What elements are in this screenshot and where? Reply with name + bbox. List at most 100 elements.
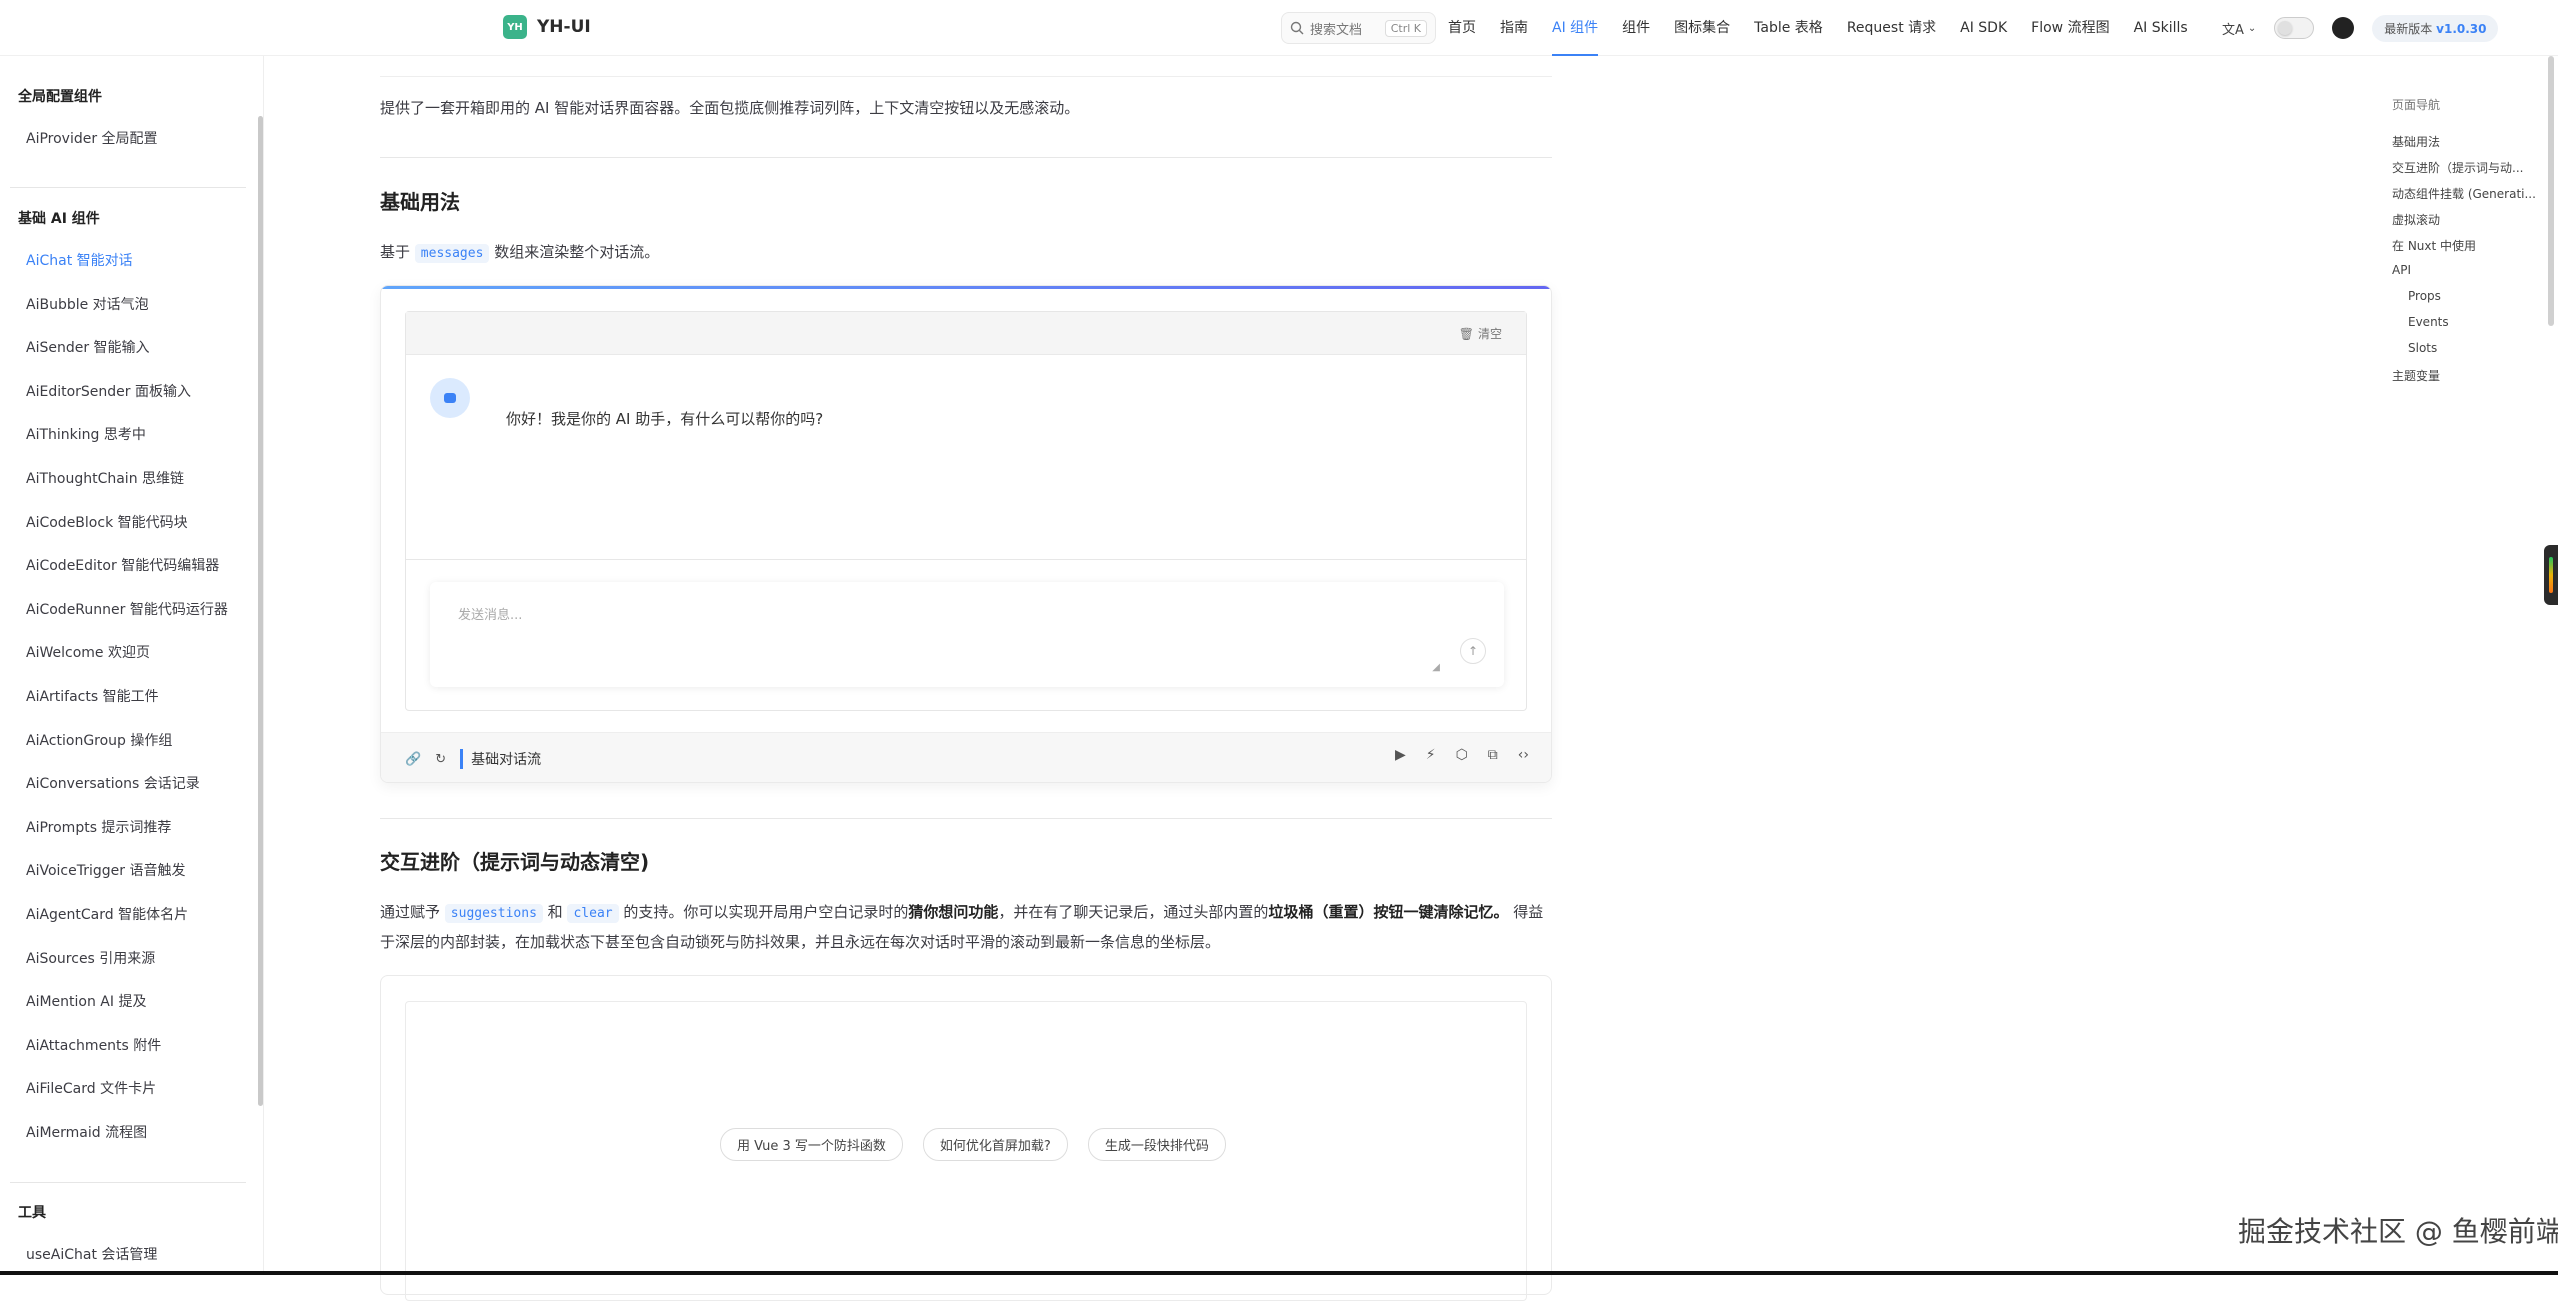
github-icon[interactable]: [2332, 17, 2355, 39]
nav-link[interactable]: AI SDK: [1960, 0, 2007, 56]
sidebar-item[interactable]: AiCodeRunner 智能代码运行器: [26, 599, 228, 619]
heading-basic-usage: 基础用法: [380, 190, 460, 214]
sidebar-section-title: 全局配置组件: [18, 89, 102, 105]
code-suggestions: suggestions: [444, 904, 543, 923]
divider: [380, 818, 1552, 819]
toc-item[interactable]: API: [2392, 263, 2411, 277]
nav-links: 首页 指南 AI 组件 组件 图标集合 Table 表格 Request 请求 AI SDK F…: [1448, 0, 2188, 56]
divider: [406, 559, 1526, 560]
sidebar-item[interactable]: AiMention AI 提及: [26, 991, 146, 1011]
sidebar-item[interactable]: AiSender 智能输入: [26, 337, 150, 357]
basic-description: 基于 messages 数组来渲染整个对话流。: [380, 238, 1552, 268]
sidebar-item[interactable]: AiSources 引用来源: [26, 948, 155, 968]
nav-right: 文A ⌄ 最新版本 v1.0.30: [2222, 0, 2499, 56]
assistant-message: 你好！我是你的 AI 助手，有什么可以帮你的吗?: [506, 410, 824, 428]
sidebar-item[interactable]: AiArtifacts 智能工件: [26, 686, 159, 706]
link-icon[interactable]: 🔗: [405, 752, 421, 767]
top-navbar: YH YH-UI 搜索文档 Ctrl K 首页 指南 AI 组件 组件 图标集合 Tabl…: [0, 0, 2558, 56]
copy-icon[interactable]: ⧉: [1488, 747, 1498, 763]
trash-icon: 🗑: [1458, 326, 1474, 341]
toc-item[interactable]: 交互进阶（提示词与动...: [2392, 159, 2523, 176]
toc-item[interactable]: Props: [2408, 289, 2441, 303]
search-button[interactable]: 搜索文档 Ctrl K: [1281, 12, 1436, 44]
sidebar-item[interactable]: AiConversations 会话记录: [26, 773, 200, 793]
nav-link[interactable]: Request 请求: [1847, 0, 1936, 56]
divider: [10, 1182, 246, 1183]
bold-text: 猜你想问功能: [908, 903, 999, 921]
divider: [380, 76, 1552, 77]
sidebar-item[interactable]: AiThinking 思考中: [26, 424, 146, 444]
nav-link[interactable]: Table 表格: [1754, 0, 1823, 56]
nav-link[interactable]: 首页: [1448, 0, 1476, 56]
version-badge[interactable]: 最新版本 v1.0.30: [2372, 14, 2499, 42]
toc-item[interactable]: 基础用法: [2392, 133, 2440, 150]
bold-text: 忆。: [1478, 903, 1509, 921]
toc-item[interactable]: Events: [2408, 315, 2449, 329]
nav-link[interactable]: AI Skills: [2134, 0, 2188, 56]
intro-text: 提供了一套开箱即用的 AI 智能对话界面容器。全面包揽底侧推荐词列阵，上下文清空…: [380, 99, 1080, 117]
nav-link[interactable]: AI 组件: [1552, 0, 1599, 56]
nav-link[interactable]: 图标集合: [1674, 0, 1730, 56]
toc-item[interactable]: 在 Nuxt 中使用: [2392, 237, 2476, 254]
send-button[interactable]: ↑: [1460, 638, 1486, 664]
logo-text: YH-UI: [537, 17, 591, 37]
watermark: 掘金技术社区 @ 鱼樱前端: [2238, 1215, 2558, 1248]
sidebar-item[interactable]: AiCodeBlock 智能代码块: [26, 512, 188, 532]
sidebar-item[interactable]: AiAttachments 附件: [26, 1035, 161, 1055]
suggestion-chip[interactable]: 如何优化首屏加载?: [922, 1128, 1068, 1161]
nav-link[interactable]: 指南: [1500, 0, 1528, 56]
sidebar: 全局配置组件 AiProvider 全局配置基础 AI 组件 AiChat 智能对话…: [0, 56, 264, 1275]
play-icon[interactable]: ▶: [1395, 747, 1406, 763]
toc-item[interactable]: Slots: [2408, 341, 2437, 355]
language-switcher[interactable]: 文A ⌄: [2222, 19, 2256, 38]
lightning-icon[interactable]: ⚡: [1426, 747, 1436, 763]
input-placeholder: 发送消息...: [458, 608, 523, 623]
sidebar-item[interactable]: AiThoughtChain 思维链: [26, 468, 184, 488]
page-scrollbar[interactable]: [2548, 56, 2554, 326]
sidebar-section-title: 基础 AI 组件: [18, 211, 100, 227]
text: 和: [547, 903, 563, 921]
cube-icon[interactable]: ⬡: [1456, 747, 1468, 763]
suggestion-chip[interactable]: 用 Vue 3 写一个防抖函数: [720, 1128, 903, 1161]
nav-link[interactable]: Flow 流程图: [2031, 0, 2109, 56]
sidebar-item[interactable]: AiFileCard 文件卡片: [26, 1078, 156, 1098]
code-icon[interactable]: ‹›: [1518, 747, 1529, 763]
sidebar-item[interactable]: AiEditorSender 面板输入: [26, 381, 191, 401]
sidebar-item[interactable]: AiActionGroup 操作组: [26, 730, 172, 750]
text: 的支持。你可以实现开局用户空白记录时的: [623, 903, 909, 921]
sidebar-item[interactable]: useAiChat 会话管理: [26, 1244, 157, 1264]
sidebar-item[interactable]: AiCodeEditor 智能代码编辑器: [26, 555, 219, 575]
sidebar-item[interactable]: AiBubble 对话气泡: [26, 294, 149, 314]
sidebar-item[interactable]: AiMermaid 流程图: [26, 1122, 147, 1142]
site-logo[interactable]: YH YH-UI: [503, 15, 591, 39]
text: 数组来渲染整个对话流。: [494, 243, 660, 261]
sidebar-scrollbar[interactable]: [258, 116, 263, 1106]
demo-footer-left: 🔗 ↻ 基础对话流: [405, 749, 541, 769]
toc-item[interactable]: 主题变量: [2392, 367, 2440, 384]
sidebar-item[interactable]: AiAgentCard 智能体名片: [26, 904, 188, 924]
toc-title: 页面导航: [2392, 98, 2441, 112]
sidebar-item[interactable]: AiProvider 全局配置: [26, 128, 158, 148]
floating-widget[interactable]: [2544, 545, 2558, 605]
sidebar-item[interactable]: AiWelcome 欢迎页: [26, 642, 150, 662]
suggestion-chip[interactable]: 生成一段快排代码: [1087, 1128, 1226, 1161]
message-input[interactable]: 发送消息... ◢ ↑: [430, 582, 1504, 687]
theme-toggle[interactable]: [2274, 17, 2315, 39]
code-messages: messages: [414, 244, 490, 263]
version-number: v1.0.30: [2436, 21, 2487, 36]
demo-title: 基础对话流: [460, 749, 541, 769]
ai-chat-container: 用 Vue 3 写一个防抖函数 如何优化首屏加载? 生成一段快排代码: [405, 1001, 1527, 1301]
clear-button[interactable]: 🗑 清空: [1459, 325, 1502, 342]
demo-footer: 🔗 ↻ 基础对话流 ▶ ⚡ ⬡ ⧉ ‹›: [381, 732, 1551, 782]
sidebar-item[interactable]: AiVoiceTrigger 语音触发: [26, 860, 185, 880]
nav-link[interactable]: 组件: [1622, 0, 1650, 56]
bottom-bar: [0, 1271, 2558, 1275]
demo-actions: ▶ ⚡ ⬡ ⧉ ‹›: [1395, 747, 1529, 763]
toc-item[interactable]: 动态组件挂载 (Generati...: [2392, 185, 2536, 202]
sidebar-item[interactable]: AiPrompts 提示词推荐: [26, 817, 171, 837]
refresh-icon[interactable]: ↻: [435, 752, 446, 767]
toc-item[interactable]: 虚拟滚动: [2392, 211, 2440, 228]
translate-icon: 文A: [2222, 22, 2244, 38]
resize-handle-icon[interactable]: ◢: [1432, 662, 1440, 673]
sidebar-item[interactable]: AiChat 智能对话: [26, 250, 133, 270]
